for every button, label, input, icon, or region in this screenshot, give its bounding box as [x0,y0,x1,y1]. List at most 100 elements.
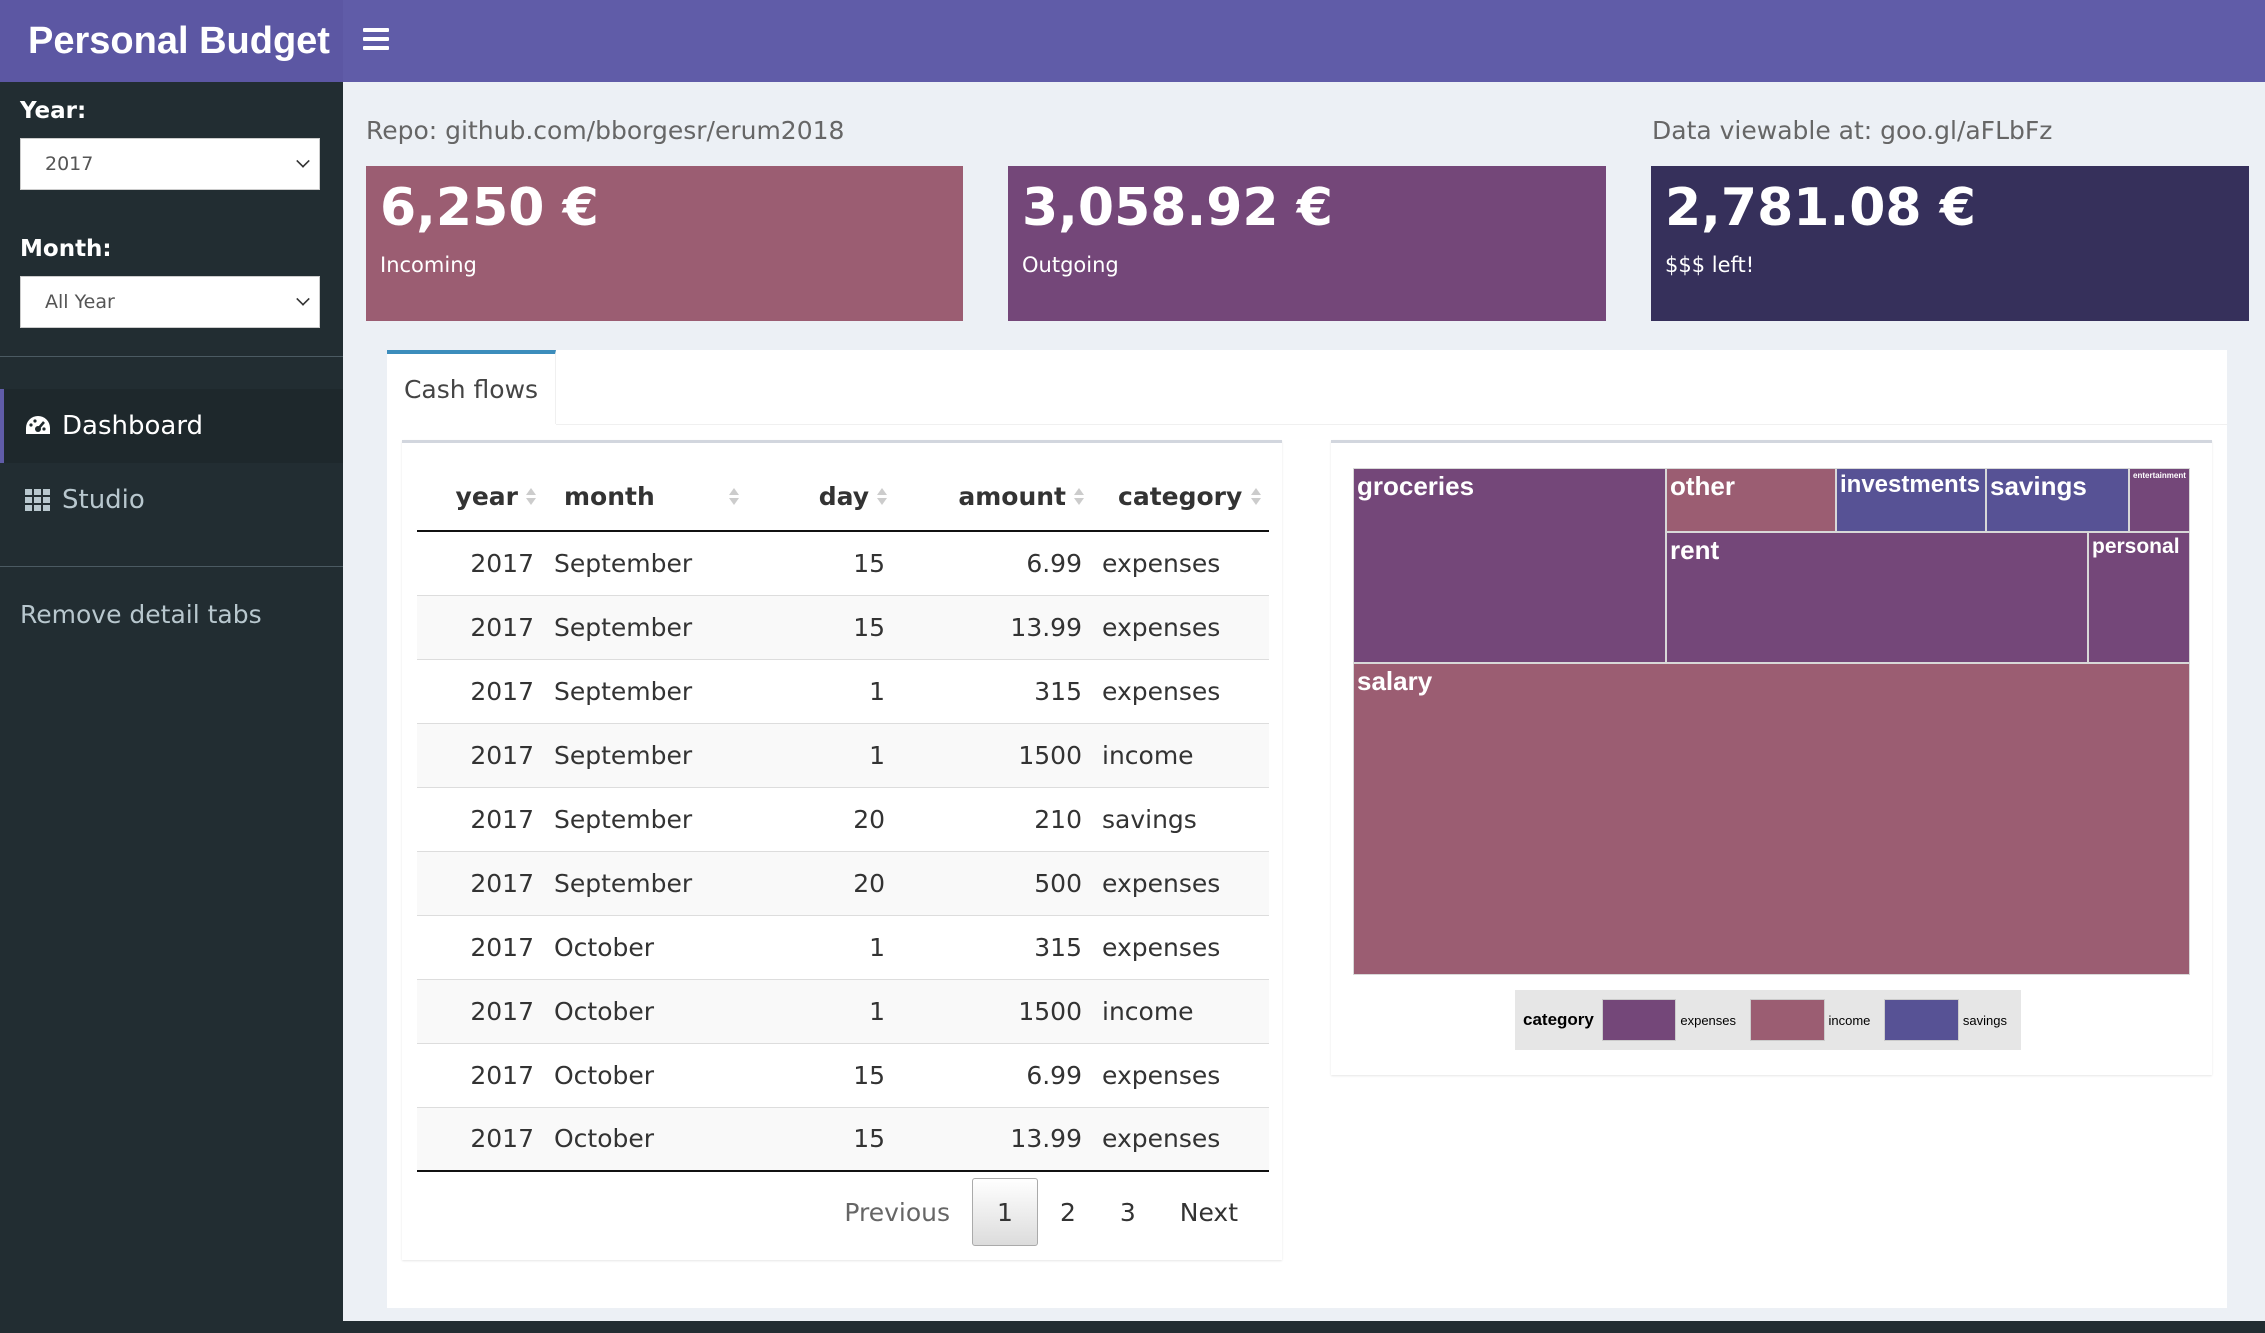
column-header-amount[interactable]: amount [895,463,1092,532]
sidebar-divider [0,566,343,567]
table-cell-amount: 210 [895,786,1092,851]
outgoing-label: Outgoing [1022,253,1119,278]
column-header-day[interactable]: day [747,463,895,532]
legend-label-expenses: expenses [1680,1012,1737,1028]
table-cell-amount: 500 [895,850,1092,915]
table-row[interactable]: 2017 October 15 13.99 expenses [417,1106,1269,1172]
table-cell-month: September [544,530,747,595]
table-cell-day: 1 [747,978,895,1043]
sidebar-item-dashboard[interactable]: Dashboard [0,389,343,463]
table-cell-category: expenses [1092,850,1269,915]
table-cell-category: income [1092,722,1269,787]
app-title: Personal Budget [0,0,343,82]
outgoing-value: 3,058.92 € [1022,178,1333,238]
footer-strip [0,1321,2265,1333]
table-cell-month: September [544,786,747,851]
month-select[interactable]: All Year [20,276,320,328]
table-row[interactable]: 2017 September 1 315 expenses [417,658,1269,723]
treemap-cell-groceries[interactable]: groceries [1353,468,1666,663]
page-3-button[interactable]: 3 [1098,1178,1158,1246]
table-cell-month: October [544,914,747,979]
treemap-legend: category expenses income savings [1515,990,2021,1050]
table-row[interactable]: 2017 September 1 1500 income [417,722,1269,787]
table-cell-day: 15 [747,594,895,659]
cash-flows-table-panel: year month day amount category 2017 Septe… [402,440,1282,1260]
table-cell-year: 2017 [417,786,544,851]
year-select-value: 2017 [45,153,94,175]
remaining-value-box: 2,781.08 € $$$ left! [1651,166,2249,321]
grid-icon [24,486,52,514]
sort-icon [1074,488,1084,506]
next-page-button[interactable]: Next [1158,1178,1260,1246]
table-cell-category: expenses [1092,1106,1269,1172]
remaining-label: $$$ left! [1665,253,1755,278]
table-cell-month: October [544,1042,747,1107]
sort-icon [877,488,887,506]
sort-icon [729,488,739,506]
table-row[interactable]: 2017 September 15 13.99 expenses [417,594,1269,659]
treemap-cell-rent[interactable]: rent [1666,532,2088,663]
tab-cash-flows[interactable]: Cash flows [387,350,556,424]
table-cell-year: 2017 [417,1042,544,1107]
table-cell-day: 1 [747,914,895,979]
sidebar-divider [0,356,343,357]
treemap-cell-salary[interactable]: salary [1353,663,2190,975]
table-cell-month: September [544,658,747,723]
table-cell-category: expenses [1092,658,1269,723]
table-row[interactable]: 2017 September 20 500 expenses [417,850,1269,915]
table-cell-amount: 1500 [895,978,1092,1043]
table-cell-day: 1 [747,722,895,787]
treemap: groceries other investments savings ente… [1353,468,2190,975]
previous-page-button[interactable]: Previous [822,1178,972,1246]
table-cell-month: September [544,850,747,915]
table-cell-day: 20 [747,850,895,915]
table-cell-amount: 1500 [895,722,1092,787]
table-row[interactable]: 2017 October 1 1500 income [417,978,1269,1043]
table-row[interactable]: 2017 September 20 210 savings [417,786,1269,851]
incoming-value-box: 6,250 € Incoming [366,166,963,321]
table-row[interactable]: 2017 October 1 315 expenses [417,914,1269,979]
table-cell-year: 2017 [417,722,544,787]
table-cell-amount: 13.99 [895,594,1092,659]
table-cell-month: October [544,1106,747,1172]
sidebar-item-label: Studio [62,485,145,515]
year-select[interactable]: 2017 [20,138,320,190]
treemap-cell-investments[interactable]: investments [1836,468,1986,532]
legend-label-income: income [1828,1012,1871,1028]
pagination: Previous 1 2 3 Next [822,1178,1260,1246]
remove-detail-tabs-link[interactable]: Remove detail tabs [20,600,262,629]
table-cell-amount: 6.99 [895,1042,1092,1107]
table-cell-amount: 315 [895,658,1092,723]
sidebar-item-studio[interactable]: Studio [0,463,343,537]
table-cell-year: 2017 [417,978,544,1043]
column-header-month[interactable]: month [544,463,747,532]
table-cell-category: expenses [1092,914,1269,979]
page-2-button[interactable]: 2 [1038,1178,1098,1246]
table-cell-category: income [1092,978,1269,1043]
legend-label-savings: savings [1962,1012,2007,1028]
table-cell-category: expenses [1092,530,1269,595]
tab-divider [556,424,2227,425]
sidebar-toggle-icon[interactable] [363,28,389,52]
column-header-year[interactable]: year [417,463,544,532]
treemap-cell-savings[interactable]: savings [1986,468,2129,532]
column-header-category[interactable]: category [1092,463,1269,532]
table-cell-year: 2017 [417,530,544,595]
incoming-value: 6,250 € [380,178,599,238]
table-cell-year: 2017 [417,850,544,915]
table-cell-month: October [544,978,747,1043]
treemap-cell-entertainment[interactable]: entertainment [2129,468,2190,532]
table-row[interactable]: 2017 October 15 6.99 expenses [417,1042,1269,1107]
table-cell-year: 2017 [417,658,544,723]
treemap-cell-other[interactable]: other [1666,468,1836,532]
page-1-button[interactable]: 1 [972,1178,1038,1246]
table-row[interactable]: 2017 September 15 6.99 expenses [417,530,1269,595]
year-label: Year: [20,98,87,124]
table-cell-day: 15 [747,1106,895,1172]
table-cell-category: expenses [1092,594,1269,659]
data-link-text: Data viewable at: goo.gl/aFLbFz [1652,116,2053,145]
table-cell-amount: 315 [895,914,1092,979]
cash-flows-table: year month day amount category 2017 Septe… [417,463,1269,1172]
month-label: Month: [20,236,112,262]
treemap-cell-personal[interactable]: personal [2088,532,2190,663]
